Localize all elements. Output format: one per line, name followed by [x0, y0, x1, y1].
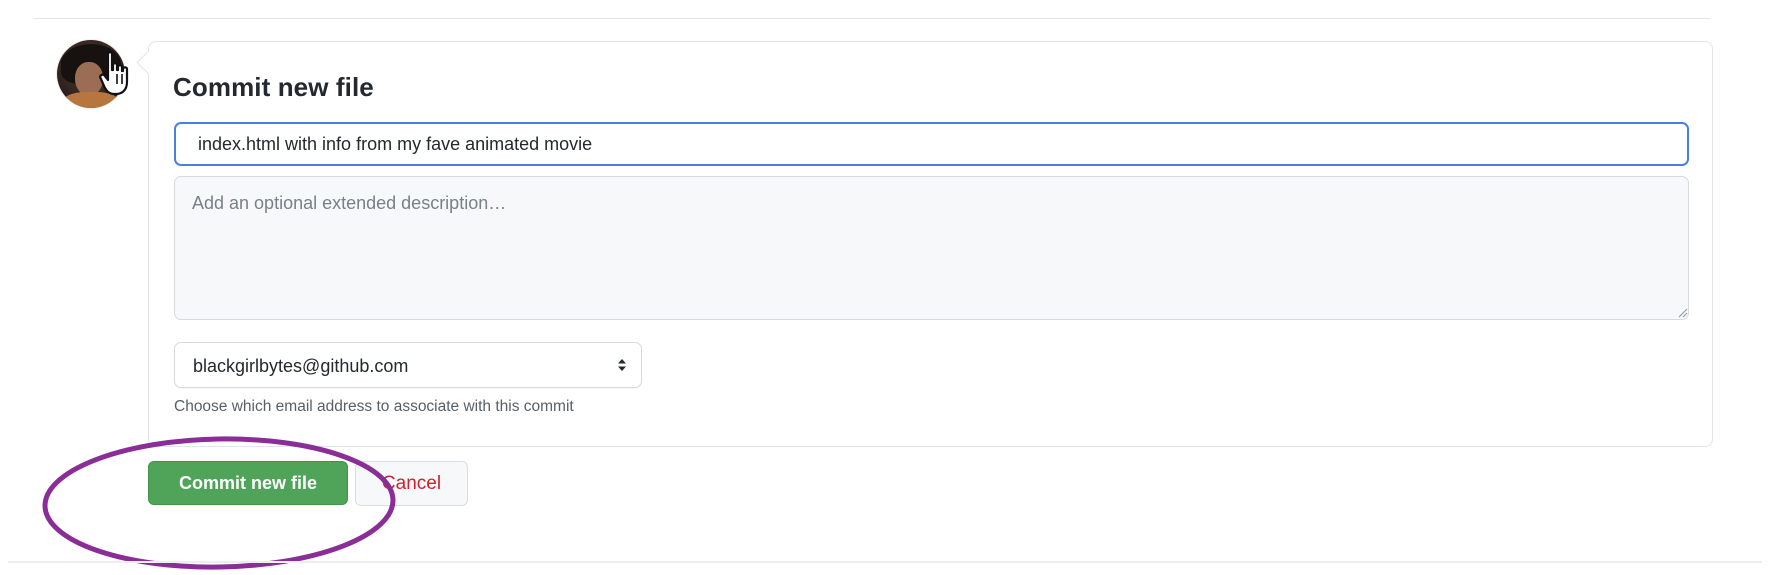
panel-pointer — [136, 50, 161, 75]
commit-summary-input[interactable] — [174, 122, 1689, 166]
commit-title: Commit new file — [173, 72, 374, 102]
email-select[interactable]: blackgirlbytes@github.com — [174, 342, 642, 388]
resize-grip-icon[interactable] — [1678, 308, 1688, 318]
email-help-text: Choose which email address to associate … — [174, 398, 574, 415]
commit-panel: Commit new file blackgirlbytes@github.co… — [136, 41, 1713, 447]
email-select-value: blackgirlbytes@github.com — [193, 356, 409, 376]
commit-new-file-button[interactable]: Commit new file — [148, 461, 348, 505]
commit-description-textarea[interactable] — [174, 176, 1689, 320]
select-caret-icon — [618, 359, 626, 371]
top-divider — [34, 18, 1710, 19]
bottom-divider — [8, 561, 1762, 563]
pointer-hand-icon — [99, 51, 129, 96]
cancel-button[interactable]: Cancel — [355, 461, 468, 506]
